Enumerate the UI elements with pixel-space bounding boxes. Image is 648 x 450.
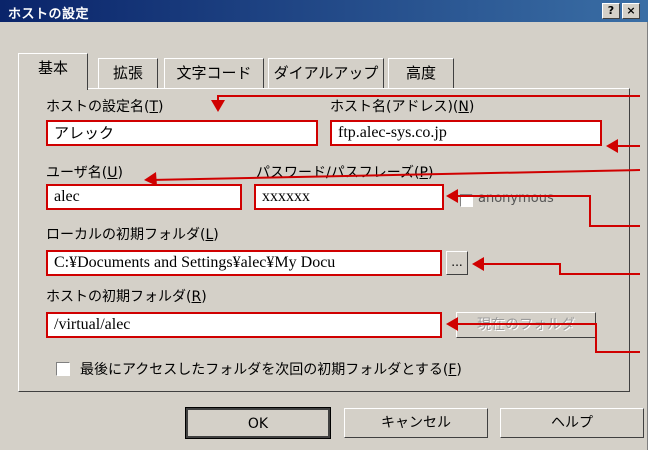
cancel-button[interactable]: キャンセル	[344, 408, 488, 438]
password-label: パスワード/パスフレーズ(P)	[256, 165, 434, 181]
host-setting-name-input[interactable]: アレック	[46, 120, 318, 146]
password-input[interactable]: xxxxxx	[254, 184, 444, 210]
last-access-checkbox[interactable]	[56, 362, 70, 376]
tab-dialup[interactable]: ダイアルアップ	[268, 58, 384, 88]
current-folder-button[interactable]: 現在のフォルダ	[456, 312, 596, 338]
anonymous-label: anonymous	[478, 191, 554, 206]
host-name-label: ホスト名(アドレス)(N)	[330, 99, 475, 115]
help-title-button[interactable]: ?	[602, 3, 620, 19]
ok-button[interactable]: OK	[185, 407, 331, 439]
tab-charcode[interactable]: 文字コード	[164, 58, 264, 88]
host-folder-input[interactable]: /virtual/alec	[46, 312, 442, 338]
tab-advanced[interactable]: 高度	[388, 58, 454, 88]
last-access-label: 最後にアクセスしたフォルダを次回の初期フォルダとする(F)	[80, 362, 462, 378]
help-button[interactable]: ヘルプ	[500, 408, 644, 438]
local-folder-input[interactable]: C:¥Documents and Settings¥alec¥My Docu	[46, 250, 442, 276]
user-name-label: ユーザ名(U)	[46, 165, 123, 181]
host-setting-name-label: ホストの設定名(T)	[46, 99, 164, 115]
tab-extended[interactable]: 拡張	[98, 58, 158, 88]
tab-basic[interactable]: 基本	[18, 53, 88, 90]
browse-local-folder-button[interactable]: ...	[446, 251, 468, 275]
user-name-input[interactable]: alec	[46, 184, 242, 210]
window-title: ホストの設定	[8, 7, 90, 22]
host-settings-dialog: ホストの設定 ? × 基本 拡張 文字コード ダイアルアップ 高度 ホストの設定…	[0, 0, 648, 450]
host-name-input[interactable]: ftp.alec-sys.co.jp	[330, 120, 602, 146]
host-folder-label: ホストの初期フォルダ(R)	[46, 289, 207, 305]
anonymous-checkbox[interactable]	[460, 194, 473, 207]
close-title-button[interactable]: ×	[622, 3, 640, 19]
title-bar[interactable]: ホストの設定 ? ×	[0, 0, 648, 22]
local-folder-label: ローカルの初期フォルダ(L)	[46, 227, 219, 243]
